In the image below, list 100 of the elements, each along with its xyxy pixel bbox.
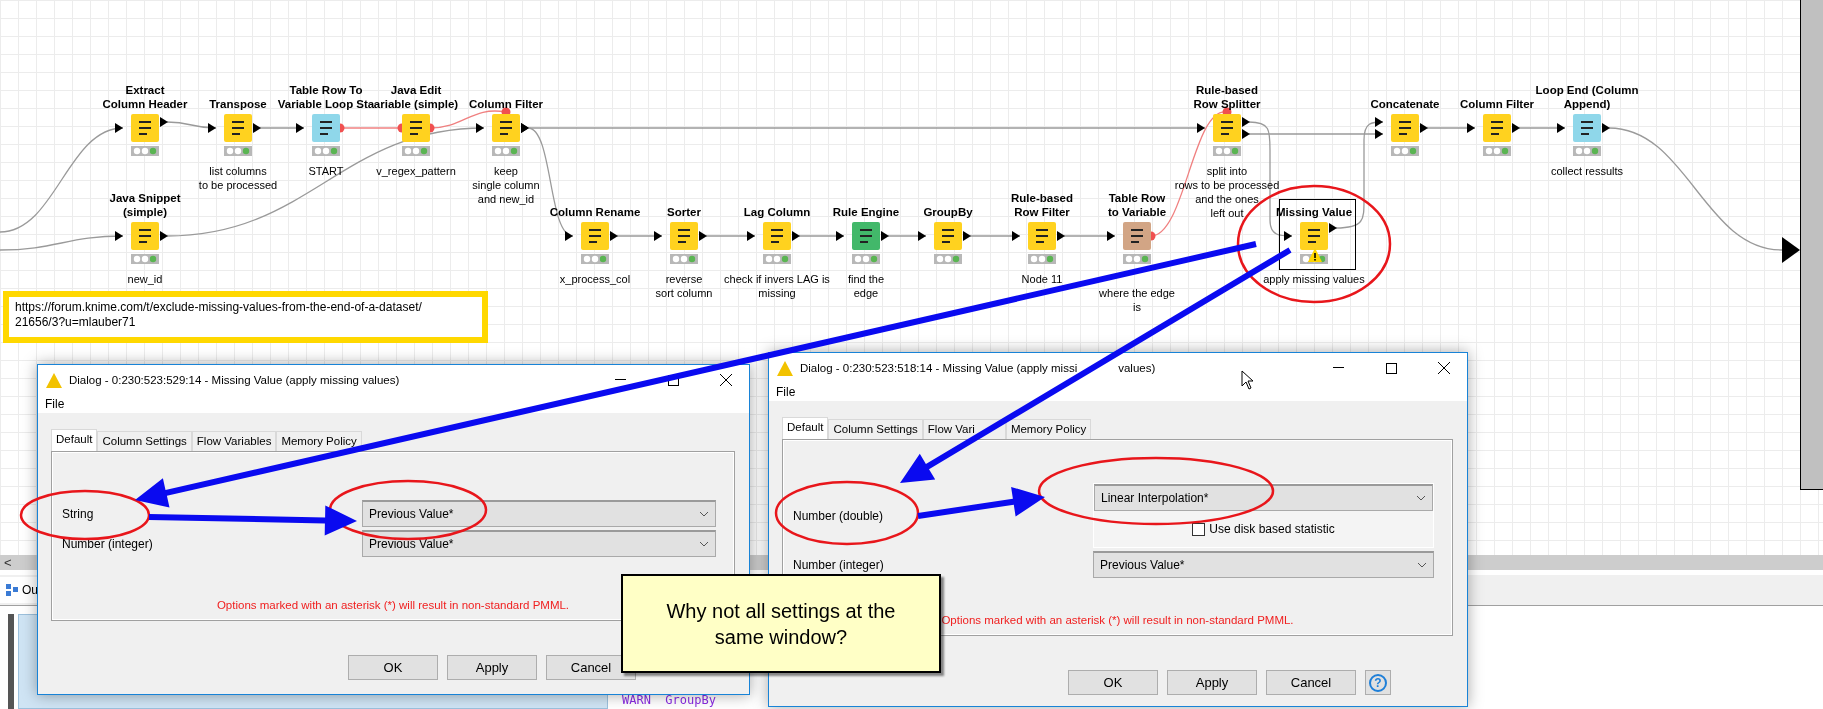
chevron-icon (699, 511, 709, 517)
node-title: Column Rename (549, 205, 641, 219)
workflow-annotation: https://forum.knime.com/t/exclude-missing-values-from-the-end-of-a-dataset/ 21656/3?u=mlauber71 (3, 291, 488, 343)
node-icon[interactable] (763, 222, 791, 250)
node-icon[interactable] (852, 222, 880, 250)
node-label: apply missing values (1263, 272, 1365, 286)
node-label: reverse sort column (655, 272, 713, 300)
node-icon[interactable] (131, 222, 159, 250)
window-title: Dialog - 0:230:523:529:14 - Missing Value (apply missing values) (69, 374, 400, 386)
connection-line (792, 231, 845, 241)
node-icon[interactable] (492, 114, 520, 142)
menu-item[interactable]: File (45, 397, 65, 411)
warning-icon (777, 360, 793, 376)
checkbox-label: Use disk based statistic (1209, 522, 1335, 536)
connection-line (1512, 123, 1566, 133)
scrollbar[interactable] (8, 614, 14, 709)
tab[interactable]: Default (51, 429, 98, 451)
status-lights (1391, 146, 1419, 156)
status-lights (852, 254, 880, 264)
chevron-icon (699, 541, 709, 547)
dropdown[interactable]: Previous Value* (362, 500, 716, 527)
dialog-button[interactable]: Apply (1167, 670, 1257, 695)
node-title: Java Edit ariable (simple) (373, 83, 459, 111)
node-title: Table Row To Variable Loop Sta (277, 83, 375, 111)
node-icon[interactable] (131, 114, 159, 142)
status-lights (402, 146, 430, 156)
dropdown[interactable]: Previous Value* (362, 530, 716, 557)
node-icon[interactable] (1028, 222, 1056, 250)
node-icon[interactable] (1483, 114, 1511, 142)
node-icon[interactable] (581, 222, 609, 250)
node-title: Rule-based Row Splitter (1193, 83, 1261, 111)
node-title: Table Row to Variable (1107, 191, 1167, 219)
node-label: keep single column and new_id (472, 164, 540, 206)
node-label: where the edge is (1099, 286, 1175, 314)
option-label: Number (integer) (62, 536, 154, 551)
node-label: check if invers LAG is missing (724, 272, 830, 300)
close-icon (720, 374, 732, 386)
node-title: Column Filter (1459, 97, 1535, 111)
status-lights (934, 254, 962, 264)
status-lights (581, 254, 609, 264)
node-icon[interactable] (224, 114, 252, 142)
node-label: list columns to be processed (198, 164, 278, 192)
status-lights (1028, 254, 1056, 264)
node-label: Node 11 (1021, 272, 1063, 286)
tab[interactable]: Memory Policy (1005, 419, 1092, 439)
connection-line (963, 231, 1021, 241)
node-title: Rule Engine (832, 205, 900, 219)
node-title: Transpose (209, 97, 267, 111)
option-label: String (62, 506, 95, 521)
dropdown[interactable]: Previous Value* (1093, 551, 1434, 578)
node-icon[interactable] (1573, 114, 1601, 142)
tab[interactable]: Default (782, 417, 829, 439)
node-title: GroupBy (923, 205, 973, 219)
menu-item[interactable]: File (776, 385, 796, 399)
node-title: Lag Column (743, 205, 811, 219)
close-icon (1438, 362, 1450, 374)
dialog-button[interactable]: Cancel (1266, 670, 1356, 695)
minimize-icon (614, 379, 626, 381)
dropdown[interactable]: Linear Interpolation* (1094, 484, 1433, 511)
dialog-button[interactable]: OK (348, 655, 438, 680)
minimize-icon (1332, 367, 1344, 369)
node-icon[interactable] (402, 114, 430, 142)
node-title: Rule-based Row Filter (1011, 191, 1073, 219)
node-title: Column Filter (468, 97, 544, 111)
window-title: Dialog - 0:230:523:518:14 - Missing Value (apply missi (800, 362, 1078, 374)
node-icon[interactable] (1213, 114, 1241, 142)
status-lights (1573, 146, 1601, 156)
mouse-cursor-icon (1241, 370, 1255, 390)
note-tooltip: Why not all settings at the same window? (621, 574, 941, 673)
node-label: find the edge (847, 272, 885, 300)
tab[interactable]: Flow Variables (191, 431, 277, 451)
scroll-left-button[interactable]: < (4, 555, 12, 570)
status-lights (763, 254, 791, 264)
status-lights (670, 254, 698, 264)
node-title: Concatenate (1370, 97, 1440, 111)
connection-line (1057, 231, 1116, 241)
node-icon[interactable] (1300, 222, 1328, 250)
dialog-button[interactable]: Apply (447, 655, 537, 680)
connection-line (610, 231, 663, 241)
connection-line (1420, 123, 1476, 133)
tab[interactable]: Memory Policy (276, 431, 362, 451)
status-lights (131, 254, 159, 264)
status-lights (492, 146, 520, 156)
node-label: v_regex_pattern (376, 164, 456, 178)
status-lights (1483, 146, 1511, 156)
connection-line (881, 231, 927, 241)
dialog-button[interactable]: OK (1068, 670, 1158, 695)
node-icon[interactable] (312, 114, 340, 142)
option-label: Number (integer) (793, 557, 885, 572)
warning-text: Options marked with an asterisk (*) will result in non-standard PMML. (216, 599, 570, 611)
node-icon[interactable] (934, 222, 962, 250)
connection-line (699, 231, 756, 241)
window-title: values) (1118, 362, 1156, 374)
node-icon[interactable] (1123, 222, 1151, 250)
tab[interactable]: Column Settings (828, 419, 923, 439)
outline-icon (6, 584, 18, 596)
node-icon[interactable] (670, 222, 698, 250)
node-icon[interactable] (1391, 114, 1419, 142)
tab[interactable]: Column Settings (97, 431, 192, 451)
node-title: Extract Column Header (102, 83, 188, 111)
